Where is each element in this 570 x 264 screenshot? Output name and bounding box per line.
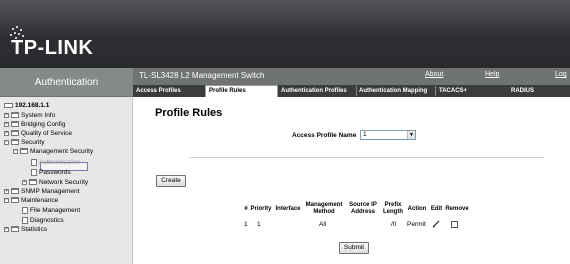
col-header-source-ip: Source IP Address bbox=[349, 202, 377, 215]
sidebar-item-management-security[interactable]: − Management Security bbox=[13, 148, 93, 155]
tab-divider bbox=[356, 86, 357, 96]
col-header-management-method: Management Method bbox=[305, 202, 343, 215]
sidebar-item-passwords[interactable]: Passwords bbox=[31, 169, 71, 176]
folder-icon bbox=[11, 121, 19, 128]
tab-radius[interactable]: RADIUS bbox=[511, 85, 551, 97]
row-priority: 1 bbox=[257, 221, 261, 228]
folder-icon bbox=[11, 112, 19, 119]
create-button[interactable]: Create bbox=[156, 175, 186, 187]
page-icon bbox=[31, 159, 37, 166]
page-icon bbox=[31, 169, 37, 176]
access-profile-name-select[interactable]: 1 ▼ bbox=[360, 130, 416, 140]
tab-authentication-profiles[interactable]: Authentication Profiles bbox=[281, 85, 363, 97]
top-bar: TL-SL3428 L2 Management Switch About Hel… bbox=[133, 68, 570, 85]
sidebar-item-snmp-management[interactable]: + SNMP Management bbox=[4, 188, 79, 195]
sidebar-item-authentication[interactable]: Authentication bbox=[31, 159, 80, 166]
tree-root[interactable]: 192.168.1.1 bbox=[4, 102, 49, 109]
expand-icon[interactable]: + bbox=[4, 130, 9, 136]
tab-profile-rules[interactable]: Profile Rules bbox=[205, 85, 278, 97]
row-action: Permit bbox=[407, 221, 426, 228]
divider bbox=[189, 157, 544, 158]
page-title: Profile Rules bbox=[155, 107, 223, 119]
device-name: TL-SL3428 L2 Management Switch bbox=[139, 71, 265, 80]
page-icon bbox=[22, 217, 28, 224]
expand-icon[interactable]: + bbox=[4, 226, 9, 232]
sidebar-item-maintenance[interactable]: − Maintenance bbox=[4, 197, 58, 204]
expand-icon[interactable]: + bbox=[22, 179, 27, 185]
folder-icon bbox=[29, 179, 37, 186]
sidebar-item-security[interactable]: − Security bbox=[4, 139, 44, 146]
col-header-edit: Edit bbox=[430, 206, 443, 212]
folder-icon bbox=[11, 197, 19, 204]
sidebar-item-system-info[interactable]: + System Info bbox=[4, 112, 55, 119]
col-header-interface: Interface bbox=[275, 206, 301, 212]
tab-access-profiles[interactable]: Access Profiles bbox=[136, 85, 200, 97]
main-content: Profile Rules Access Profile Name 1 ▼ Cr… bbox=[134, 97, 570, 264]
chevron-down-icon[interactable]: ▼ bbox=[407, 131, 415, 139]
folder-icon bbox=[11, 226, 19, 233]
tab-tacacs[interactable]: TACACS+ bbox=[439, 85, 479, 97]
access-profile-name-label: Access Profile Name bbox=[292, 132, 357, 139]
col-header-remove: Remove bbox=[445, 206, 469, 212]
sidebar-tree: 192.168.1.1 + System Info + Bridging Confi… bbox=[0, 97, 133, 264]
expand-icon[interactable]: + bbox=[4, 112, 9, 118]
about-link[interactable]: About bbox=[425, 71, 443, 78]
col-header-action: Action bbox=[407, 206, 427, 212]
header-banner: TP-LINK bbox=[0, 0, 570, 68]
sidebar-item-file-management[interactable]: File Management bbox=[22, 207, 80, 214]
tab-authentication-mapping[interactable]: Authentication Mapping bbox=[359, 85, 441, 97]
sidebar-item-network-security[interactable]: + Network Security bbox=[22, 179, 88, 186]
sidebar-item-statistics[interactable]: + Statistics bbox=[4, 226, 47, 233]
row-method: All bbox=[319, 221, 327, 228]
help-link[interactable]: Help bbox=[485, 71, 499, 78]
sidebar-item-bridging-config[interactable]: + Bridging Config bbox=[4, 121, 65, 128]
page-icon bbox=[22, 207, 28, 214]
row-num: 1 bbox=[244, 221, 248, 228]
folder-icon bbox=[11, 188, 19, 195]
sidebar-item-diagnostics[interactable]: Diagnostics bbox=[22, 217, 64, 224]
logout-link[interactable]: Log bbox=[555, 71, 567, 78]
sidebar-item-quality-of-service[interactable]: + Quality of Service bbox=[4, 130, 72, 137]
folder-icon bbox=[11, 139, 19, 146]
tab-divider bbox=[435, 86, 436, 96]
collapse-icon[interactable]: − bbox=[4, 139, 9, 145]
row-prefix: /0 bbox=[391, 221, 397, 228]
folder-icon bbox=[20, 148, 28, 155]
expand-icon[interactable]: + bbox=[4, 121, 9, 127]
remove-checkbox[interactable] bbox=[451, 221, 458, 228]
col-header-prefix-length: Prefix Length bbox=[383, 202, 403, 215]
edit-pencil-icon[interactable] bbox=[432, 220, 440, 228]
tab-bar: Access Profiles Profile Rules Authentica… bbox=[133, 85, 570, 97]
expand-icon[interactable]: + bbox=[4, 188, 9, 194]
brand-logo: TP-LINK bbox=[11, 37, 94, 59]
device-icon bbox=[4, 102, 13, 108]
section-title: Authentication bbox=[0, 68, 133, 97]
col-header-priority: Priority bbox=[250, 206, 272, 212]
submit-button[interactable]: Submit bbox=[339, 242, 369, 254]
folder-icon bbox=[11, 130, 19, 137]
collapse-icon[interactable]: − bbox=[4, 197, 9, 203]
collapse-icon[interactable]: − bbox=[13, 148, 18, 154]
